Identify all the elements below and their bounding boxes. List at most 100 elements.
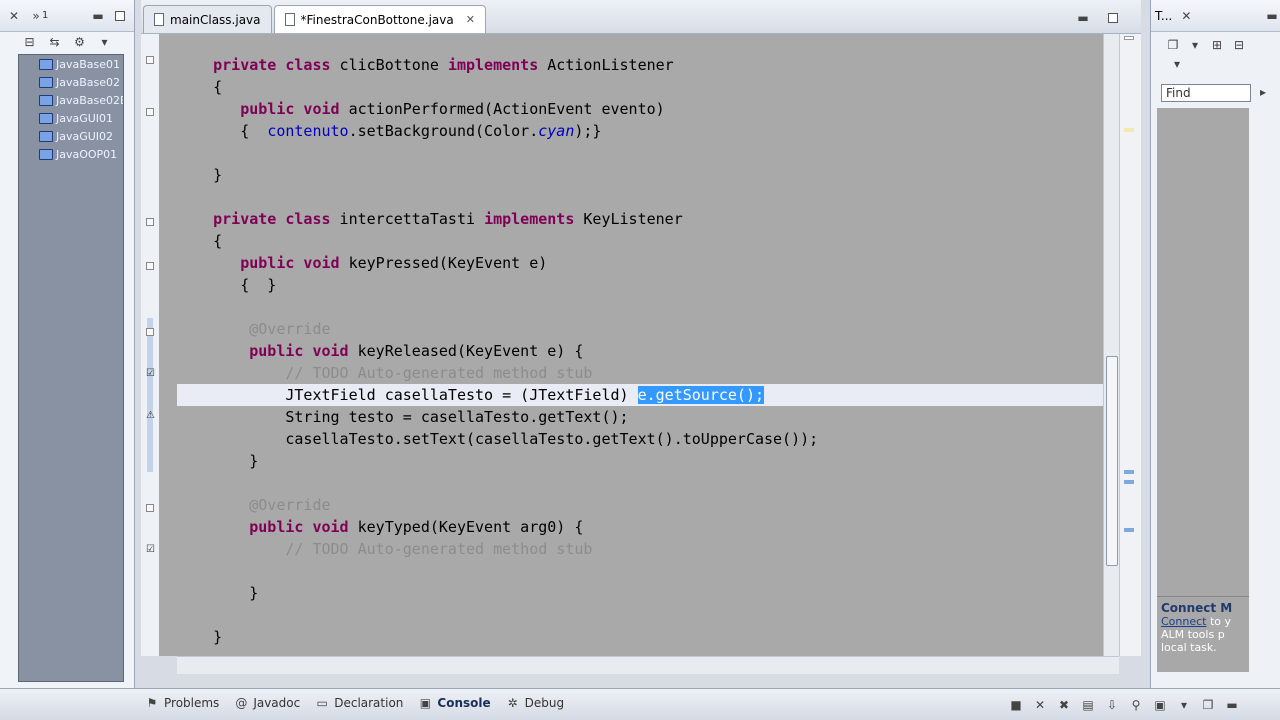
categorize-icon[interactable]: ⊞ — [1209, 37, 1225, 53]
scrollbar-thumb[interactable] — [1106, 356, 1118, 566]
overview-marker[interactable] — [1124, 470, 1134, 474]
chevron-down-icon[interactable]: ▾ — [1169, 56, 1185, 72]
task-panel-tab[interactable]: T... — [1155, 9, 1172, 23]
horizontal-scrollbar[interactable] — [177, 656, 1119, 674]
code-line[interactable]: // TODO Auto-generated method stub — [177, 538, 1103, 560]
code-line[interactable] — [177, 296, 1103, 318]
fold-marker[interactable] — [146, 108, 154, 116]
code-line[interactable]: } — [177, 450, 1103, 472]
new-task-icon[interactable]: ❐ — [1165, 37, 1181, 53]
code-line[interactable]: // TODO Auto-generated method stub — [177, 362, 1103, 384]
code-line[interactable]: { — [177, 230, 1103, 252]
bottom-tab-declaration[interactable]: ▭ Declaration — [314, 695, 404, 711]
link-with-editor-icon[interactable]: ⇆ — [47, 34, 62, 50]
chevron-down-icon[interactable]: ▾ — [1176, 697, 1192, 713]
bottom-tab-label: Javadoc — [253, 696, 301, 710]
minimize-icon[interactable]: ▬ — [1264, 8, 1280, 24]
chevron-down-icon[interactable]: ▾ — [97, 34, 112, 50]
view-menu-icon[interactable]: ⚙ — [72, 34, 87, 50]
bottom-tab-console[interactable]: ▣ Console — [417, 695, 491, 711]
project-item[interactable]: JavaOOP01 — [19, 145, 123, 163]
display-console-icon[interactable]: ▣ — [1152, 697, 1168, 713]
project-label: JavaOOP01 — [56, 147, 118, 161]
hidden-tab-count[interactable]: 1 — [42, 10, 48, 21]
bottom-tab-javadoc[interactable]: @ Javadoc — [233, 695, 300, 711]
project-item[interactable]: JavaBase01 — [19, 55, 123, 73]
maximize-icon[interactable] — [112, 8, 128, 24]
fold-marker[interactable] — [146, 56, 154, 64]
chevron-down-icon[interactable]: ▾ — [1187, 37, 1203, 53]
code-line[interactable]: public void keyPressed(KeyEvent e) — [177, 252, 1103, 274]
project-folder-icon — [39, 130, 53, 142]
warning-icon[interactable]: ⚠ — [145, 410, 156, 421]
code-line[interactable]: casellaTesto.setText(casellaTesto.getTex… — [177, 428, 1103, 450]
project-label: JavaBase01 — [56, 57, 121, 71]
code-line[interactable]: JTextField casellaTesto = (JTextField) e… — [177, 384, 1103, 406]
overview-marker[interactable] — [1124, 480, 1134, 484]
project-item[interactable]: JavaBase02E — [19, 91, 123, 109]
close-icon[interactable]: ✕ — [1178, 8, 1194, 24]
code-line[interactable] — [177, 472, 1103, 494]
task-marker-icon[interactable]: ☑ — [145, 544, 156, 555]
code-token: intercettaTasti — [330, 210, 485, 228]
project-item[interactable]: JavaGUI02 — [19, 127, 123, 145]
code-line[interactable] — [177, 142, 1103, 164]
minimize-icon[interactable]: ▬ — [1075, 10, 1091, 26]
code-line[interactable]: public void keyTyped(KeyEvent arg0) { — [177, 516, 1103, 538]
remove-launch-icon[interactable]: ✕ — [1032, 697, 1048, 713]
editor-tab-finestraconbottone[interactable]: *FinestraConBottone.java ✕ — [273, 5, 486, 33]
code-line[interactable]: @Override — [177, 318, 1103, 340]
code-line[interactable]: { — [177, 76, 1103, 98]
project-label: JavaBase02E — [56, 93, 124, 107]
task-marker-icon[interactable]: ☑ — [145, 368, 156, 379]
package-explorer-close-icon[interactable]: ✕ — [6, 8, 22, 24]
code-line[interactable]: { } — [177, 274, 1103, 296]
overview-ruler[interactable] — [1119, 34, 1141, 656]
code-line[interactable]: private class clicBottone implements Act… — [177, 54, 1103, 76]
code-line[interactable]: public void keyReleased(KeyEvent e) { — [177, 340, 1103, 362]
code-line[interactable]: } — [177, 626, 1103, 648]
project-item[interactable]: JavaBase02 — [19, 73, 123, 91]
minimize-icon[interactable]: ▬ — [90, 8, 106, 24]
bottom-tab-label: Declaration — [334, 696, 404, 710]
pin-console-icon[interactable]: ⚲ — [1128, 697, 1144, 713]
code-line[interactable] — [177, 186, 1103, 208]
fold-marker[interactable] — [146, 504, 154, 512]
find-input[interactable]: Find — [1161, 84, 1251, 102]
collapse-icon[interactable]: ⊟ — [1231, 37, 1247, 53]
code-editor[interactable]: private class clicBottone implements Act… — [177, 34, 1103, 656]
overview-marker[interactable] — [1124, 528, 1134, 532]
task-list[interactable] — [1157, 108, 1249, 596]
code-line[interactable]: } — [177, 164, 1103, 186]
code-line[interactable] — [177, 560, 1103, 582]
code-line[interactable]: public void actionPerformed(ActionEvent … — [177, 98, 1103, 120]
code-line[interactable]: String testo = casellaTesto.getText(); — [177, 406, 1103, 428]
overview-marker[interactable] — [1124, 128, 1134, 132]
maximize-icon[interactable] — [1105, 10, 1121, 26]
project-item[interactable]: JavaGUI01 — [19, 109, 123, 127]
vertical-scrollbar[interactable] — [1103, 34, 1119, 656]
bottom-tab-problems[interactable]: ⚑ Problems — [144, 695, 220, 711]
minimize-icon[interactable]: ▬ — [1224, 697, 1240, 713]
connect-link[interactable]: Connect — [1161, 615, 1206, 628]
fold-marker[interactable] — [146, 328, 154, 336]
code-line[interactable]: private class intercettaTasti implements… — [177, 208, 1103, 230]
code-line[interactable] — [177, 604, 1103, 626]
fold-marker[interactable] — [146, 262, 154, 270]
editor-tab-mainclass[interactable]: mainClass.java — [143, 5, 272, 33]
project-tree[interactable]: JavaBase01 JavaBase02 JavaBase02E JavaGUI01… — [18, 54, 124, 682]
code-line[interactable]: { contenuto.setBackground(Color.cyan);} — [177, 120, 1103, 142]
scroll-lock-icon[interactable]: ⇩ — [1104, 697, 1120, 713]
open-console-icon[interactable]: ❐ — [1200, 697, 1216, 713]
remove-all-icon[interactable]: ✖ — [1056, 697, 1072, 713]
code-line[interactable]: } — [177, 582, 1103, 604]
terminate-icon[interactable]: ■ — [1008, 697, 1024, 713]
fold-marker[interactable] — [146, 218, 154, 226]
collapse-all-icon[interactable]: ⊟ — [22, 34, 37, 50]
code-line[interactable]: @Override — [177, 494, 1103, 516]
arrow-right-icon[interactable]: ▸ — [1255, 84, 1271, 100]
close-tab-icon[interactable]: ✕ — [466, 13, 475, 26]
overview-marker[interactable] — [1124, 36, 1134, 40]
clear-console-icon[interactable]: ▤ — [1080, 697, 1096, 713]
bottom-tab-debug[interactable]: ✲ Debug — [505, 695, 565, 711]
